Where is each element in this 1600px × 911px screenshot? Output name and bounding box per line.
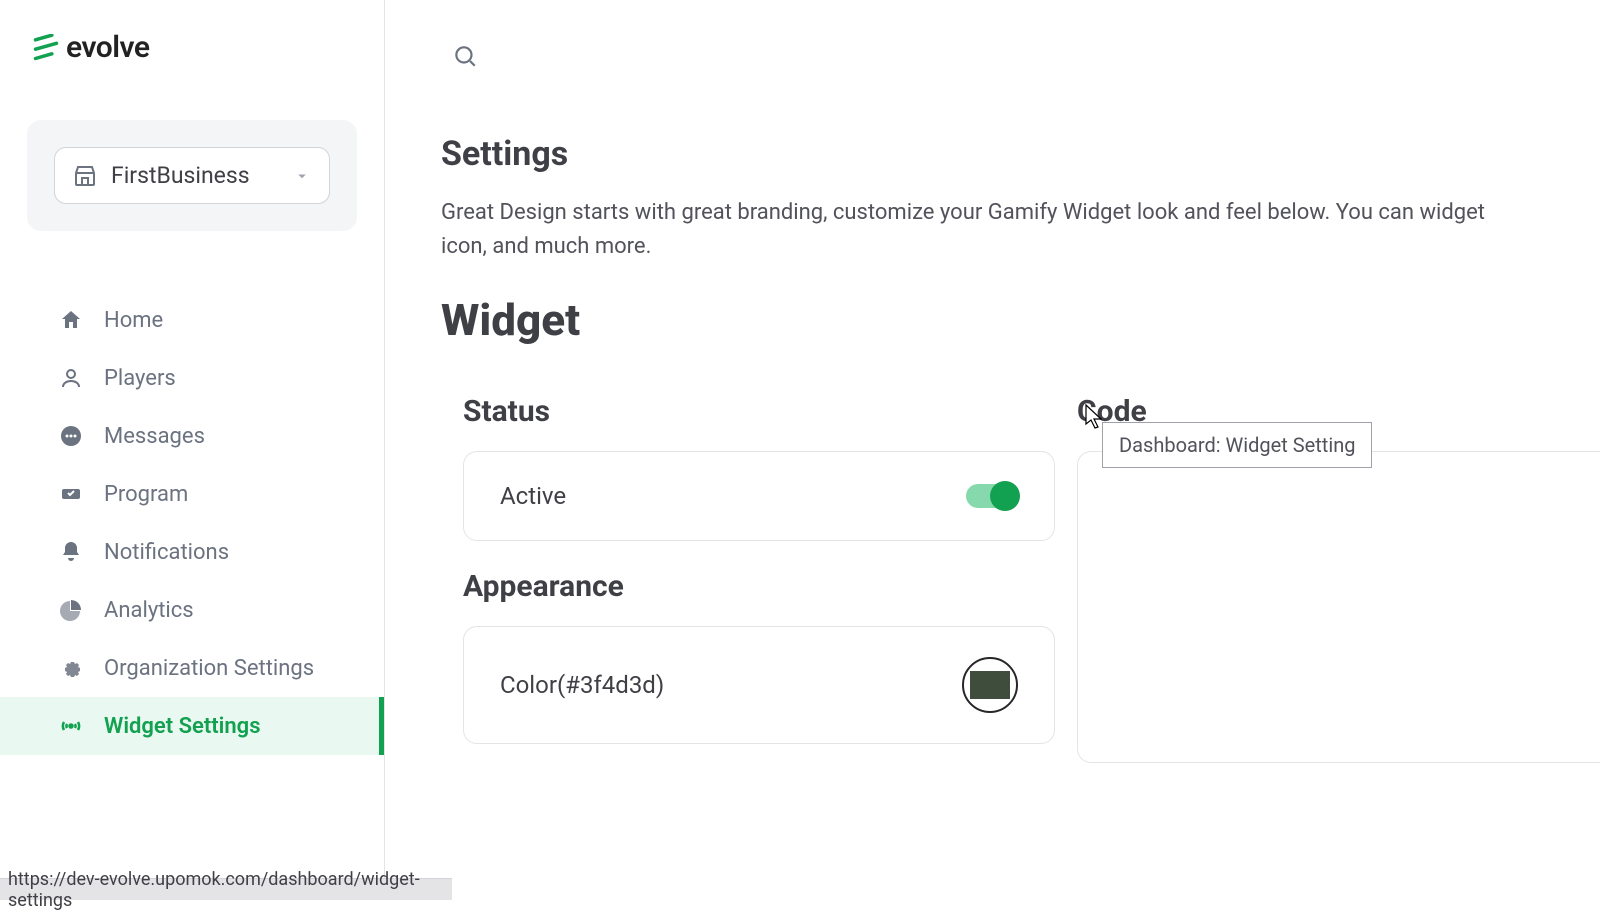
- toggle-knob: [990, 481, 1020, 511]
- chart-pie-icon: [58, 597, 84, 623]
- tooltip-text: Dashboard: Widget Setting: [1119, 433, 1355, 457]
- search-button[interactable]: [447, 38, 483, 74]
- sidebar-item-label: Widget Settings: [104, 714, 261, 739]
- color-swatch-preview: [970, 671, 1010, 699]
- color-picker-button[interactable]: [962, 657, 1018, 713]
- user-icon: [58, 365, 84, 391]
- sidebar-item-players[interactable]: Players: [0, 349, 384, 407]
- sidebar-item-widget-settings[interactable]: Widget Settings: [0, 697, 384, 755]
- sidebar-item-label: Players: [104, 366, 176, 391]
- business-name: FirstBusiness: [111, 162, 279, 189]
- brand-logo: evolve: [0, 30, 384, 65]
- appearance-color-label: Color(#3f4d3d): [500, 671, 664, 699]
- sidebar-item-label: Analytics: [104, 598, 194, 623]
- gear-icon: [58, 655, 84, 681]
- status-active-toggle[interactable]: [966, 484, 1018, 508]
- business-selector-container: FirstBusiness: [27, 120, 357, 231]
- sidebar-item-notifications[interactable]: Notifications: [0, 523, 384, 581]
- browser-status-bar: https://dev-evolve.upomok.com/dashboard/…: [0, 878, 452, 900]
- chevron-down-icon: [293, 167, 311, 185]
- home-icon: [58, 307, 84, 333]
- tooltip: Dashboard: Widget Setting: [1102, 422, 1372, 468]
- ticket-icon: [58, 481, 84, 507]
- status-active-label: Active: [500, 482, 566, 510]
- section-title: Widget: [441, 294, 1600, 346]
- bell-icon: [58, 539, 84, 565]
- status-heading: Status: [463, 394, 1055, 429]
- sidebar-item-label: Organization Settings: [104, 656, 314, 681]
- status-card: Active: [463, 451, 1055, 541]
- sidebar-item-analytics[interactable]: Analytics: [0, 581, 384, 639]
- appearance-color-card: Color(#3f4d3d): [463, 626, 1055, 744]
- sidebar-item-messages[interactable]: Messages: [0, 407, 384, 465]
- appearance-heading: Appearance: [463, 569, 1055, 604]
- sidebar-item-home[interactable]: Home: [0, 291, 384, 349]
- sidebar-item-organization-settings[interactable]: Organization Settings: [0, 639, 384, 697]
- sidebar-item-label: Program: [104, 482, 188, 507]
- brand-logo-mark: [32, 34, 60, 62]
- page-title: Settings: [441, 134, 1600, 174]
- storefront-icon: [73, 164, 97, 188]
- sidebar-nav: Home Players Messages Program: [0, 291, 384, 755]
- sidebar-item-label: Messages: [104, 424, 205, 449]
- status-bar-url: https://dev-evolve.upomok.com/dashboard/…: [8, 869, 444, 911]
- business-selector[interactable]: FirstBusiness: [54, 147, 330, 204]
- message-icon: [58, 423, 84, 449]
- code-snippet-box[interactable]: [1077, 451, 1600, 763]
- brand-name: evolve: [66, 30, 150, 65]
- sidebar-item-label: Home: [104, 308, 163, 333]
- broadcast-icon: [58, 713, 84, 739]
- sidebar-item-program[interactable]: Program: [0, 465, 384, 523]
- main-content: Settings Great Design starts with great …: [385, 0, 1600, 900]
- sidebar: evolve FirstBusiness: [0, 0, 385, 900]
- sidebar-item-label: Notifications: [104, 540, 229, 565]
- page-description: Great Design starts with great branding,…: [441, 196, 1501, 264]
